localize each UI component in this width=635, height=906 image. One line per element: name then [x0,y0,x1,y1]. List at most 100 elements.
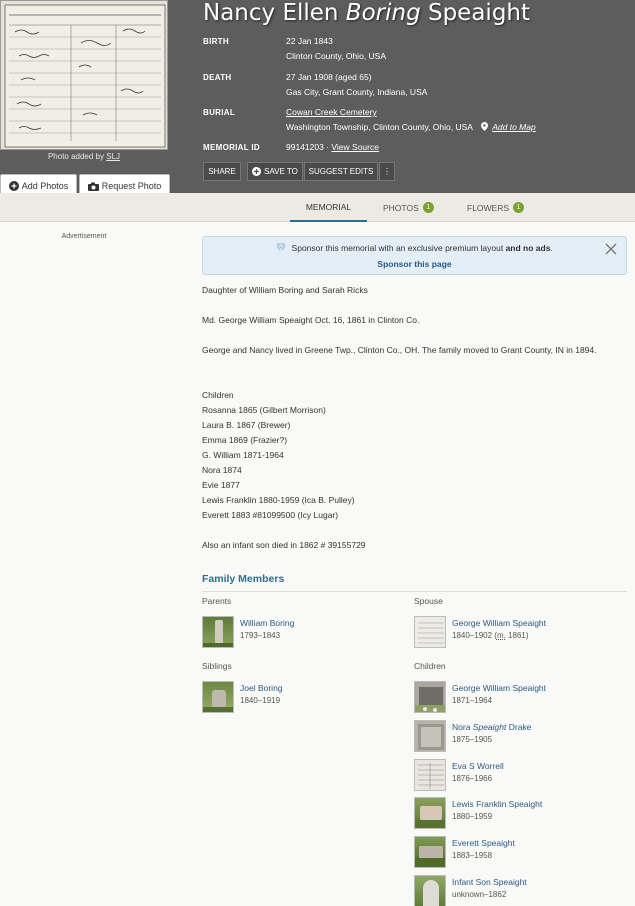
headstone-photo [414,836,446,868]
family-member[interactable]: Eva S Worrell 1876–1966 [414,759,627,793]
member-name: George William Speaight [452,618,547,628]
sponsor-page-link[interactable]: Sponsor this page [203,259,626,269]
share-button[interactable]: SHARE [203,162,241,181]
bio-line: Nora 1874 [202,465,242,475]
family-member[interactable]: Joel Boring 1840–1919 [202,681,402,715]
death-label: DEATH [203,73,232,82]
cemetery-link[interactable]: Cowan Creek Cemetery [286,107,377,117]
death-details: 27 Jan 1908 (aged 65) Gas City, Grant Co… [286,70,427,100]
death-place: Gas City, Grant County, Indiana, USA [286,87,428,97]
member-dates: 1880–1959 [452,812,493,821]
birth-details: 22 Jan 1843 Clinton County, Ohio, USA [286,34,386,64]
member-dates-prefix: 1840–1902 ( [452,631,497,640]
family-member[interactable]: George William Speaight 1840–1902 (m. 18… [414,616,627,650]
member-name: William Boring [240,618,295,628]
flowers-count-badge: 1 [513,202,525,213]
document-photo [414,759,446,791]
tab-flowers[interactable]: FLOWERS 1 [467,193,525,222]
tab-memorial-label: MEMORIAL [305,201,352,212]
tab-memorial[interactable]: MEMORIAL [290,193,367,222]
member-dates: 1840–1919 [240,696,281,705]
member-name: George William Speaight [452,683,547,693]
birth-label: BIRTH [203,37,229,46]
add-photos-label: Add Photos [21,181,69,191]
memorial-header: Photo added by SLJ Add Photos Request Ph… [0,0,635,198]
tab-photos[interactable]: PHOTOS 1 [383,193,434,222]
member-dates: unknown–1862 [452,890,507,899]
member-dates: 1876–1966 [452,774,493,783]
member-name: Everett Speaight [452,838,515,848]
birth-place: Clinton County, Ohio, USA [286,51,386,61]
tab-photos-label: PHOTOS [383,202,419,213]
family-member[interactable]: Lewis Franklin Speaight 1880–1959 [414,797,627,831]
bio-line: Children [202,390,234,400]
family-member[interactable]: Nora Speaight Drake 1875–1905 [414,720,627,754]
view-source-link[interactable]: View Source [331,142,379,152]
burial-place: Washington Township, Clinton County, Ohi… [286,122,473,132]
headstone-photo [202,616,234,648]
bio-paragraph: Md. George William Speaight Oct. 16, 186… [202,315,420,325]
photo-credit: Photo added by SLJ [0,152,168,161]
family-member[interactable]: Infant Son Speaight unknown–1862 [414,875,627,906]
camera-icon [87,182,99,191]
bio-line: Rosanna 1865 (Gilbert Morrison) [202,405,326,415]
close-icon[interactable] [605,243,617,255]
member-name: Nora Speaight Drake [452,722,531,732]
children-label: Children [414,661,446,671]
death-date: 27 Jan 1908 (aged 65) [286,72,372,82]
bio-paragraph: Daughter of William Boring and Sarah Ric… [202,285,368,295]
share-label: SHARE [208,167,236,176]
member-name: Eva S Worrell [452,761,504,771]
member-name: Lewis Franklin Speaight [452,799,543,809]
tab-flowers-label: FLOWERS [467,202,510,213]
sponsor-period: . [550,243,553,253]
memorial-name: Nancy Ellen Boring Speaight [203,0,530,26]
family-member[interactable]: Everett Speaight 1883–1958 [414,836,627,870]
spouse-label: Spouse [414,596,443,606]
bio-line: Evie 1877 [202,480,240,490]
plus-circle-icon [8,181,19,191]
member-name: Infant Son Speaight [452,877,527,887]
suggest-edits-button[interactable]: SUGGEST EDITS [304,162,378,181]
request-photo-label: Request Photo [101,181,162,191]
headstone-photo [414,875,446,906]
headstone-photo [414,681,446,713]
member-dates: 1875–1905 [452,735,493,744]
more-options-button[interactable]: ⋮ [379,162,395,181]
sponsor-banner: Sponsor this memorial with an exclusive … [202,236,627,275]
member-dates-suffix: 1861) [505,631,529,640]
death-certificate-photo[interactable] [0,0,168,150]
more-options-icon: ⋮ [383,167,391,176]
advertisement-label: Advertisement [61,233,107,240]
family-members-title: Family Members [202,573,285,585]
member-dates: 1793–1843 [240,631,281,640]
parents-label: Parents [202,596,232,606]
member-dates: 1871–1964 [452,696,493,705]
document-photo [414,616,446,648]
maiden-name: Boring [345,0,421,26]
member-maiden-name: Speaight [472,722,507,732]
save-to-button[interactable]: SAVE TO [247,162,303,181]
married-abbr: m. [496,631,506,640]
diamond-icon [276,242,287,253]
headstone-photo [202,681,234,713]
bio-line: Emma 1869 (Frazier?) [202,435,288,445]
member-dates: 1883–1958 [452,851,493,860]
first-names: Nancy Ellen [203,0,339,26]
member-dates: 1840–1902 (m. 1861) [452,631,529,640]
divider [202,591,627,592]
map-pin-icon [480,122,488,131]
family-member[interactable]: George William Speaight 1871–1964 [414,681,627,715]
family-member[interactable]: William Boring 1793–1843 [202,616,402,650]
save-to-label: SAVE TO [264,167,298,176]
bio-paragraph: Also an infant son died in 1862 # 391557… [202,540,366,550]
photo-contributor-link[interactable]: SLJ [106,152,120,161]
photos-count-badge: 1 [422,202,434,213]
headstone-photo [414,720,446,752]
burial-details: Cowan Creek Cemetery Washington Township… [286,105,536,135]
memorial-page: Photo added by SLJ Add Photos Request Ph… [0,0,635,906]
member-first-name: Nora [452,722,473,732]
add-to-map-link[interactable]: Add to Map [492,122,535,132]
plus-circle-icon [252,167,262,176]
burial-label: BURIAL [203,108,236,117]
